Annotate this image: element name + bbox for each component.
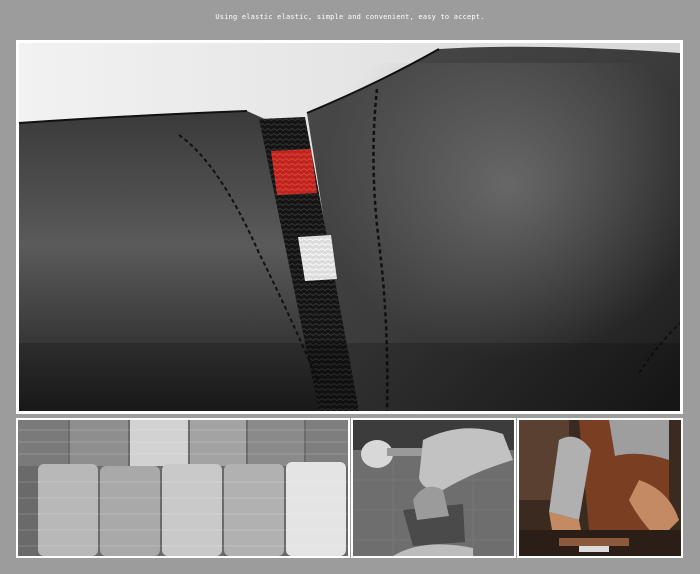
craftsman-illustration [519, 420, 681, 556]
cutting-leather-illustration [353, 420, 514, 556]
cutting-leather-image [353, 420, 514, 556]
cutting-leather-image-frame [351, 418, 516, 558]
elastic-rolls-image [18, 420, 348, 556]
craftsman-image [519, 420, 681, 556]
shoe-elastic-illustration [19, 43, 680, 411]
caption-text: Using elastic elastic, simple and conven… [215, 13, 485, 21]
elastic-rolls-illustration [18, 420, 348, 556]
hero-image-frame [16, 40, 683, 414]
elastic-rolls-image-frame [16, 418, 350, 558]
hero-image [19, 43, 680, 411]
craftsman-image-frame [517, 418, 683, 558]
